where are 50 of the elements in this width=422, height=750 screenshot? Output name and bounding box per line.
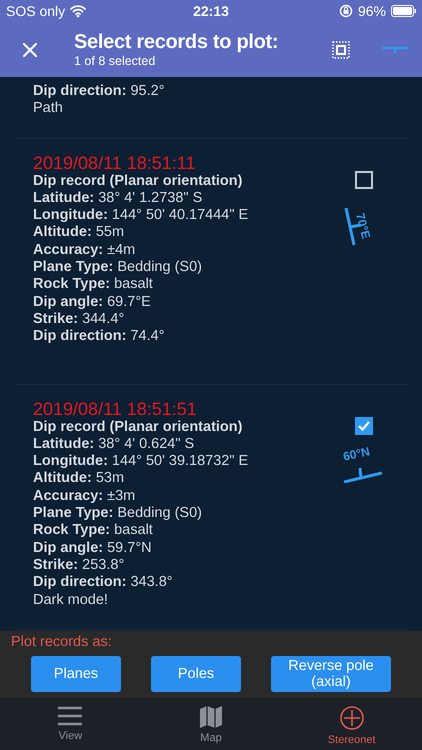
header-title: Select records to plot: [74,31,280,54]
tab-bar-item[interactable]: Map [140,698,282,750]
record-note: Dark mode! [33,592,109,609]
dip-label: 70°E [352,211,374,240]
clock-time: 22:13 [193,3,229,19]
menu-icon [58,706,82,726]
plot-mode-button[interactable]: Planes [31,656,121,692]
record-field: Accuracy: ±4m [33,242,328,260]
tab-bar-item[interactable]: Stereonet [281,698,422,750]
record-field: Altitude: 55m [33,224,328,242]
record-field: Longitude: 144° 50' 40.17444" E [33,207,328,224]
plot-mode-button[interactable]: Reverse pole (axial) [271,656,391,692]
strike-dip-icon [382,46,408,54]
record-timestamp: 2019/08/11 18:51:11 [33,152,196,173]
record-field: Rock Type: basalt [33,276,328,294]
record-note: Path [33,100,64,118]
record-field: Plane Type: Bedding (S0) [33,505,328,522]
rotation-lock-icon [338,4,353,18]
record-field: Dip direction: 74.4° [33,328,328,346]
plot-mode-button[interactable]: Poles [151,656,241,692]
wifi-icon [70,4,86,18]
selection-count: 1 of 8 selected [74,54,156,68]
close-icon [22,42,38,58]
battery-icon [391,5,416,17]
record-field: Altitude: 53m [33,470,328,488]
record-field: Dip angle: 69.7°E [33,294,328,311]
record-field: Dip direction: 343.8° [33,574,328,592]
dip-label: 60°N [342,444,371,464]
record-field: Plane Type: Bedding (S0) [33,259,328,276]
stereonet-icon [340,706,364,730]
record-checkbox[interactable] [355,170,373,189]
record-field: Accuracy: ±3m [33,488,328,506]
record-checkbox[interactable] [355,416,373,435]
plot-mode-label: Plot records as: [10,634,113,650]
tab-bar-item[interactable]: View [0,698,141,750]
carrier-text: SOS only [6,3,66,19]
record-field: Strike: 344.4° [33,310,328,328]
record-field: Dip direction: 95.2° [33,83,328,100]
record-field: Rock Type: basalt [33,522,328,540]
record-field: Latitude: 38° 4' 0.624" S [33,436,328,454]
battery-percent: 96% [358,3,386,19]
select-all-icon [332,40,350,58]
record-field: Strike: 253.8° [33,556,328,574]
record-type: Dip record (Planar orientation) [33,418,244,436]
record-timestamp: 2019/08/11 18:51:51 [33,398,198,419]
map-icon [200,706,222,728]
record-field: Dip angle: 59.7°N [33,540,328,557]
record-field: Longitude: 144° 50' 39.18732" E [33,453,328,470]
record-field: Latitude: 38° 4' 1.2738" S [33,190,328,208]
record-type: Dip record (Planar orientation) [33,172,244,190]
